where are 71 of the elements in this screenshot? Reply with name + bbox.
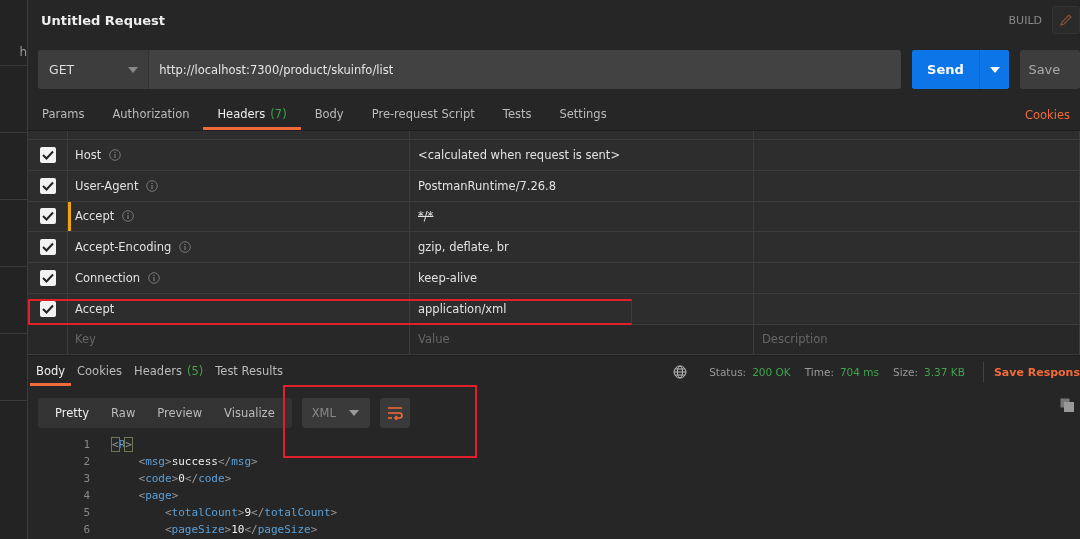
wrap-lines-icon[interactable] [386,405,403,420]
line-number: 3 [82,470,91,487]
code-line: <code>0</code> [137,470,232,487]
pencil-icon [1059,13,1073,27]
response-tab[interactable]: Body [30,358,72,386]
time-label: Time: [804,366,834,379]
response-tab[interactable]: Test Results [209,358,290,386]
checkbox[interactable] [39,270,56,287]
request-tab[interactable]: Tests [488,100,546,130]
globe-icon [673,365,688,380]
size-label: Size: [893,366,919,379]
line-number: 1 [82,436,91,453]
code-line: <msg>success</msg> [137,453,258,470]
checkmark-icon [41,242,54,253]
checkmark-icon [41,303,54,314]
view-tab[interactable]: Pretty [44,397,101,428]
status-label: Status: [709,366,747,379]
status-value: 200 OK [752,366,791,379]
request-tab[interactable]: Params [28,100,99,130]
time-value: 704 ms [839,366,879,379]
header-key[interactable]: Accept-Encoding [75,240,172,255]
checkmark-icon [41,149,54,160]
checkbox[interactable] [39,146,56,163]
header-value[interactable]: PostmanRuntime/7.26.8 [418,178,557,193]
checkbox[interactable] [39,177,56,194]
header-key[interactable]: User-Agent [75,178,139,193]
code-line: <page> [137,487,179,504]
header-value[interactable]: */* [418,209,434,224]
url-field[interactable]: http://localhost:7300/product/skuinfo/list [149,50,902,89]
copy-icon[interactable] [1060,397,1074,412]
view-tab[interactable]: Visualize [213,397,286,428]
checkbox[interactable] [39,239,56,256]
view-tab[interactable]: Preview [146,397,214,428]
header-key[interactable]: Connection [75,271,141,286]
caret-icon [128,66,139,73]
header-key[interactable]: Accept [75,209,115,224]
view-tab[interactable]: Raw [100,397,147,428]
header-key[interactable]: Accept [75,301,115,316]
mode-label: BUILD [1008,13,1042,27]
wrap-toggle[interactable] [379,397,410,428]
response-tab[interactable]: Headers (5) [128,358,210,386]
code-line: <totalCount>9</totalCount> [163,504,338,521]
header-value[interactable]: <calculated when request is sent> [418,147,621,162]
header-value[interactable]: application/xml [418,301,507,316]
request-tab[interactable]: Authorization [98,100,204,130]
method-dropdown[interactable]: GET [38,50,150,89]
header-key[interactable]: Host [75,147,102,162]
save-response-link[interactable]: Save Respons [993,365,1080,379]
checkbox[interactable] [39,208,56,225]
code-line: <pageSize>10</pageSize> [163,521,318,538]
sidebar-item[interactable]: h [19,45,27,59]
checkmark-icon [41,273,54,284]
send-button[interactable]: Send [912,50,980,89]
checkmark-icon [41,180,54,191]
request-title: Untitled Request [41,12,166,28]
request-tab[interactable]: Pre-request Script [357,100,489,130]
size-value: 3.37 KB [924,366,965,379]
caret-icon [348,409,359,416]
line-number: 5 [82,504,91,521]
response-tab[interactable]: Cookies [71,358,129,386]
checkmark-icon [41,211,54,222]
request-tab[interactable]: Settings [545,100,621,130]
cookies-link[interactable]: Cookies [1024,100,1080,130]
header-value[interactable]: keep-alive [418,271,478,286]
header-value[interactable]: gzip, deflate, br [418,240,509,255]
request-tab[interactable]: Body [300,100,358,130]
line-number: 6 [82,521,91,538]
line-number: 4 [82,487,91,504]
line-number: 2 [82,453,91,470]
caret-icon [989,66,1000,73]
save-button[interactable]: Save [1020,50,1080,89]
